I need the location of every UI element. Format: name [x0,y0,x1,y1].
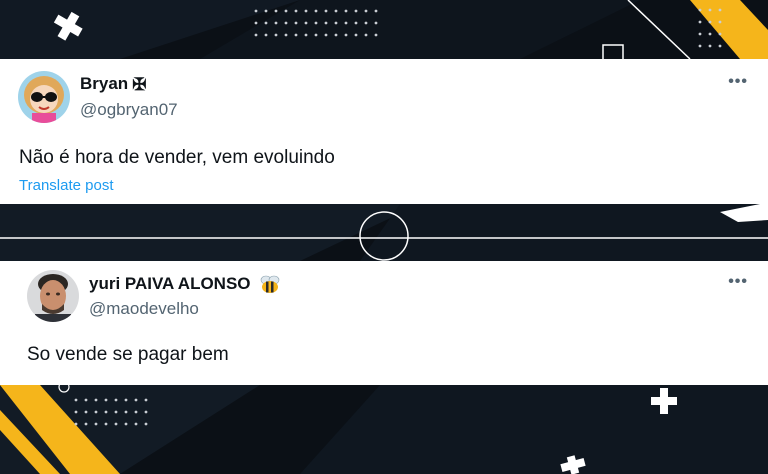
display-name[interactable]: yuri PAIVA ALONSO [89,274,281,295]
more-options-icon[interactable]: ••• [728,73,748,91]
man-portrait-avatar-icon [27,270,79,322]
display-name[interactable]: Bryan ✠ [80,74,146,95]
username-handle[interactable]: @ogbryan07 [80,100,178,120]
bee-emoji-icon [260,275,280,293]
translate-post-link[interactable]: Translate post [19,177,114,194]
avatar[interactable] [18,71,70,123]
post-text: So vende se pagar bem [27,344,229,365]
more-options-icon[interactable]: ••• [728,273,748,291]
post-text: Não é hora de vender, vem evoluindo [19,147,335,168]
avatar[interactable] [27,270,79,322]
post-card-yuri[interactable]: yuri PAIVA ALONSO @maodevelho ••• So ven… [0,261,768,385]
cross-badge-icon: ✠ [132,74,147,94]
post-card-bryan[interactable]: Bryan ✠ @ogbryan07 ••• Não é hora de vend… [0,59,768,204]
cartoon-girl-sunglasses-avatar-icon [18,71,70,123]
username-handle[interactable]: @maodevelho [89,299,199,319]
